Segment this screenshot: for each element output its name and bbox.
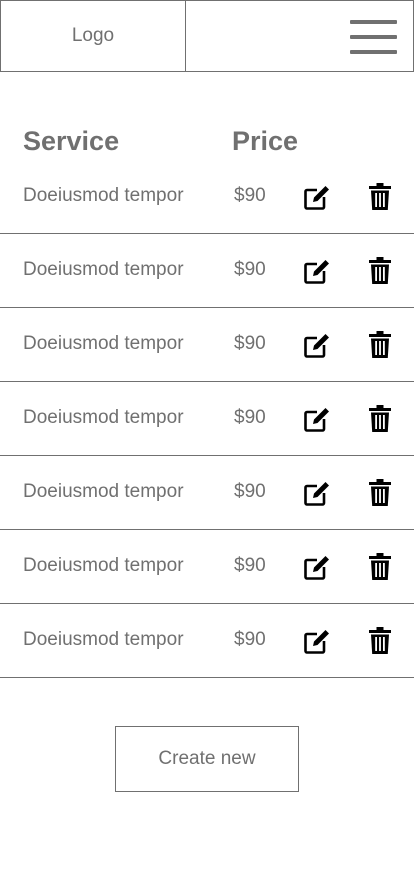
service-list: Doeiusmod tempor $90 Doeiusmod tempor $9… xyxy=(0,160,414,678)
service-name: Doeiusmod tempor xyxy=(23,333,184,354)
hamburger-menu-icon[interactable] xyxy=(350,20,397,54)
trash-icon[interactable] xyxy=(369,331,391,359)
service-price: $90 xyxy=(234,259,266,280)
edit-icon[interactable] xyxy=(303,479,331,507)
column-header-price: Price xyxy=(232,126,299,156)
table-row: Doeiusmod tempor $90 xyxy=(0,604,414,678)
edit-icon[interactable] xyxy=(303,257,331,285)
service-price: $90 xyxy=(234,333,266,354)
service-name: Doeiusmod tempor xyxy=(23,259,184,280)
table-row: Doeiusmod tempor $90 xyxy=(0,530,414,604)
header-right xyxy=(186,1,413,71)
header: Logo xyxy=(0,0,414,72)
service-price: $90 xyxy=(234,555,266,576)
service-name: Doeiusmod tempor xyxy=(23,555,184,576)
service-price: $90 xyxy=(234,185,266,206)
service-name: Doeiusmod tempor xyxy=(23,185,184,206)
create-new-button[interactable]: Create new xyxy=(115,726,299,792)
trash-icon[interactable] xyxy=(369,479,391,507)
service-price: $90 xyxy=(234,481,266,502)
service-price: $90 xyxy=(234,629,266,650)
table-row: Doeiusmod tempor $90 xyxy=(0,160,414,234)
trash-icon[interactable] xyxy=(369,405,391,433)
trash-icon[interactable] xyxy=(369,553,391,581)
trash-icon[interactable] xyxy=(369,183,391,211)
table-row: Doeiusmod tempor $90 xyxy=(0,308,414,382)
edit-icon[interactable] xyxy=(303,627,331,655)
service-name: Doeiusmod tempor xyxy=(23,481,184,502)
edit-icon[interactable] xyxy=(303,553,331,581)
edit-icon[interactable] xyxy=(303,331,331,359)
table-row: Doeiusmod tempor $90 xyxy=(0,382,414,456)
trash-icon[interactable] xyxy=(369,627,391,655)
column-header-service: Service xyxy=(23,126,120,156)
logo[interactable]: Logo xyxy=(1,1,186,71)
service-price: $90 xyxy=(234,407,266,428)
edit-icon[interactable] xyxy=(303,183,331,211)
service-name: Doeiusmod tempor xyxy=(23,629,184,650)
table-row: Doeiusmod tempor $90 xyxy=(0,456,414,530)
trash-icon[interactable] xyxy=(369,257,391,285)
edit-icon[interactable] xyxy=(303,405,331,433)
service-name: Doeiusmod tempor xyxy=(23,407,184,428)
table-row: Doeiusmod tempor $90 xyxy=(0,234,414,308)
page: Logo Service Price Doeiusmod tempor $90 xyxy=(0,0,414,896)
